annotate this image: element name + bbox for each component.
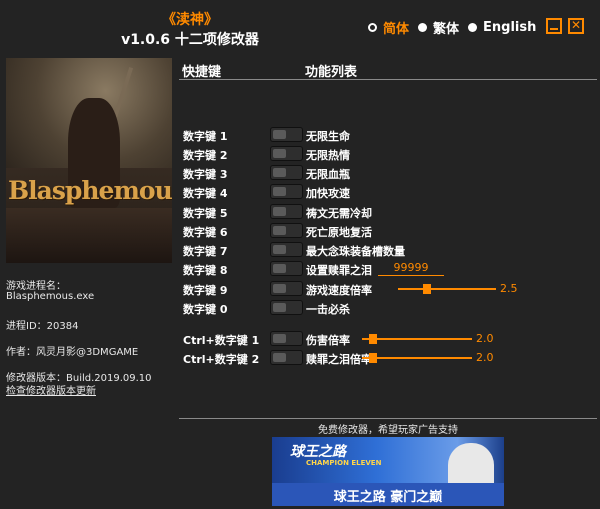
cheat-row: 数字键 8 设置赎罪之泪 <box>0 260 600 279</box>
cheat-toggle[interactable] <box>270 204 303 219</box>
cheat-toggle[interactable] <box>270 261 303 276</box>
toggle-knob <box>273 130 286 139</box>
close-icon: ✕ <box>570 18 582 32</box>
toggle-knob <box>273 245 286 254</box>
hotkey-label: 数字键 7 <box>183 245 228 258</box>
divider <box>179 79 597 80</box>
cheat-function-label: 游戏速度倍率 <box>306 284 372 297</box>
radio-selected-icon <box>368 23 377 32</box>
toggle-knob <box>273 303 286 312</box>
cheat-function-label: 一击必杀 <box>306 303 350 316</box>
lang-option-simplified[interactable]: 简体 <box>368 18 409 37</box>
cheat-toggle[interactable] <box>270 350 303 365</box>
multiplier-slider[interactable] <box>362 353 472 363</box>
cheat-row: 数字键 2 无限热情 <box>0 145 600 164</box>
trainer-subtitle: v1.0.6 十二项修改器 <box>121 32 259 48</box>
toggle-knob <box>273 226 286 235</box>
banner-slogan: 球王之路 豪门之巅 <box>333 490 443 505</box>
close-button[interactable]: ✕ <box>568 18 584 34</box>
toggle-knob <box>273 264 286 273</box>
slider-thumb[interactable] <box>369 334 377 344</box>
cheat-row: 数字键 0 一击必杀 <box>0 299 600 318</box>
hotkey-label: 数字键 6 <box>183 226 228 239</box>
cheat-function-label: 死亡原地复活 <box>306 226 372 239</box>
cheat-function-label: 伤害倍率 <box>306 334 350 347</box>
cheat-function-label: 无限热情 <box>306 149 350 162</box>
cheat-toggle[interactable] <box>270 242 303 257</box>
game-title: 《渎神》 <box>162 12 218 28</box>
lang-option-english[interactable]: English <box>468 20 536 35</box>
ad-support-text: 免费修改器，希望玩家广告支持 <box>318 425 458 436</box>
ad-banner[interactable]: 球王之路 CHAMPION ELEVEN 球王之路 豪门之巅 <box>272 437 504 506</box>
multiplier-slider[interactable] <box>398 284 496 294</box>
toggle-knob <box>273 168 286 177</box>
slider-value: 2.0 <box>476 332 494 345</box>
cheat-function-label: 无限生命 <box>306 130 350 143</box>
cheat-toggle[interactable] <box>270 165 303 180</box>
radio-icon <box>468 23 478 32</box>
function-column-header: 功能列表 <box>305 65 358 80</box>
cheat-row: 数字键 9 游戏速度倍率 2.5 <box>0 280 600 299</box>
cheat-row: 数字键 5 祷文无需冷却 <box>0 203 600 222</box>
cheat-toggle[interactable] <box>270 127 303 142</box>
check-update-link[interactable]: 检查修改器版本更新 <box>6 382 96 397</box>
language-selector: 简体 繁体 English <box>368 18 545 37</box>
cheat-toggle[interactable] <box>270 223 303 238</box>
toggle-knob <box>273 207 286 216</box>
cheat-toggle[interactable] <box>270 331 303 346</box>
cheat-row: 数字键 7 最大念珠装备槽数量 <box>0 241 600 260</box>
hotkey-label: Ctrl+数字键 1 <box>183 334 260 347</box>
hotkey-column-header: 快捷键 <box>182 65 222 80</box>
hotkey-label: 数字键 4 <box>183 187 228 200</box>
divider <box>179 418 597 419</box>
hotkey-label: 数字键 9 <box>183 284 228 297</box>
hotkey-label: 数字键 3 <box>183 168 228 181</box>
hotkey-label: 数字键 2 <box>183 149 228 162</box>
cheat-row: Ctrl+数字键 2 赎罪之泪倍率 2.0 <box>0 349 600 368</box>
cheat-function-label: 赎罪之泪倍率 <box>306 353 372 366</box>
cheat-row: 数字键 4 加快攻速 <box>0 183 600 202</box>
slider-thumb[interactable] <box>369 353 377 363</box>
lang-label: English <box>483 20 537 35</box>
cheat-function-label: 加快攻速 <box>306 187 350 200</box>
cheat-row: Ctrl+数字键 1 伤害倍率 2.0 <box>0 330 600 349</box>
toggle-knob <box>273 187 286 196</box>
slider-thumb[interactable] <box>423 284 431 294</box>
cheat-function-label: 设置赎罪之泪 <box>306 264 372 277</box>
radio-icon <box>418 23 428 32</box>
cheat-toggle[interactable] <box>270 184 303 199</box>
lang-label: 繁体 <box>433 22 460 37</box>
toggle-knob <box>273 284 286 293</box>
banner-subtitle: CHAMPION ELEVEN <box>306 459 382 467</box>
cheat-toggle[interactable] <box>270 146 303 161</box>
cheat-function-label: 祷文无需冷却 <box>306 207 372 220</box>
toggle-knob <box>273 334 286 343</box>
multiplier-slider[interactable] <box>362 334 472 344</box>
cheat-toggle[interactable] <box>270 281 303 296</box>
tears-value-input[interactable] <box>378 260 444 276</box>
cheat-row: 数字键 3 无限血瓶 <box>0 164 600 183</box>
cheat-toggle[interactable] <box>270 300 303 315</box>
banner-title: 球王之路 <box>290 444 346 460</box>
toggle-knob <box>273 149 286 158</box>
cheat-row: 数字键 1 无限生命 <box>0 126 600 145</box>
hotkey-label: 数字键 0 <box>183 303 228 316</box>
cheat-function-label: 无限血瓶 <box>306 168 350 181</box>
toggle-knob <box>273 353 286 362</box>
cheat-function-label: 最大念珠装备槽数量 <box>306 245 405 258</box>
lang-label: 简体 <box>383 22 410 37</box>
slider-value: 2.5 <box>500 282 518 295</box>
hotkey-label: 数字键 5 <box>183 207 228 220</box>
minimize-button[interactable] <box>546 18 562 34</box>
hotkey-label: Ctrl+数字键 2 <box>183 353 260 366</box>
lang-option-traditional[interactable]: 繁体 <box>418 18 459 37</box>
slider-value: 2.0 <box>476 351 494 364</box>
cheat-row: 数字键 6 死亡原地复活 <box>0 222 600 241</box>
hotkey-label: 数字键 8 <box>183 264 228 277</box>
hotkey-label: 数字键 1 <box>183 130 228 143</box>
